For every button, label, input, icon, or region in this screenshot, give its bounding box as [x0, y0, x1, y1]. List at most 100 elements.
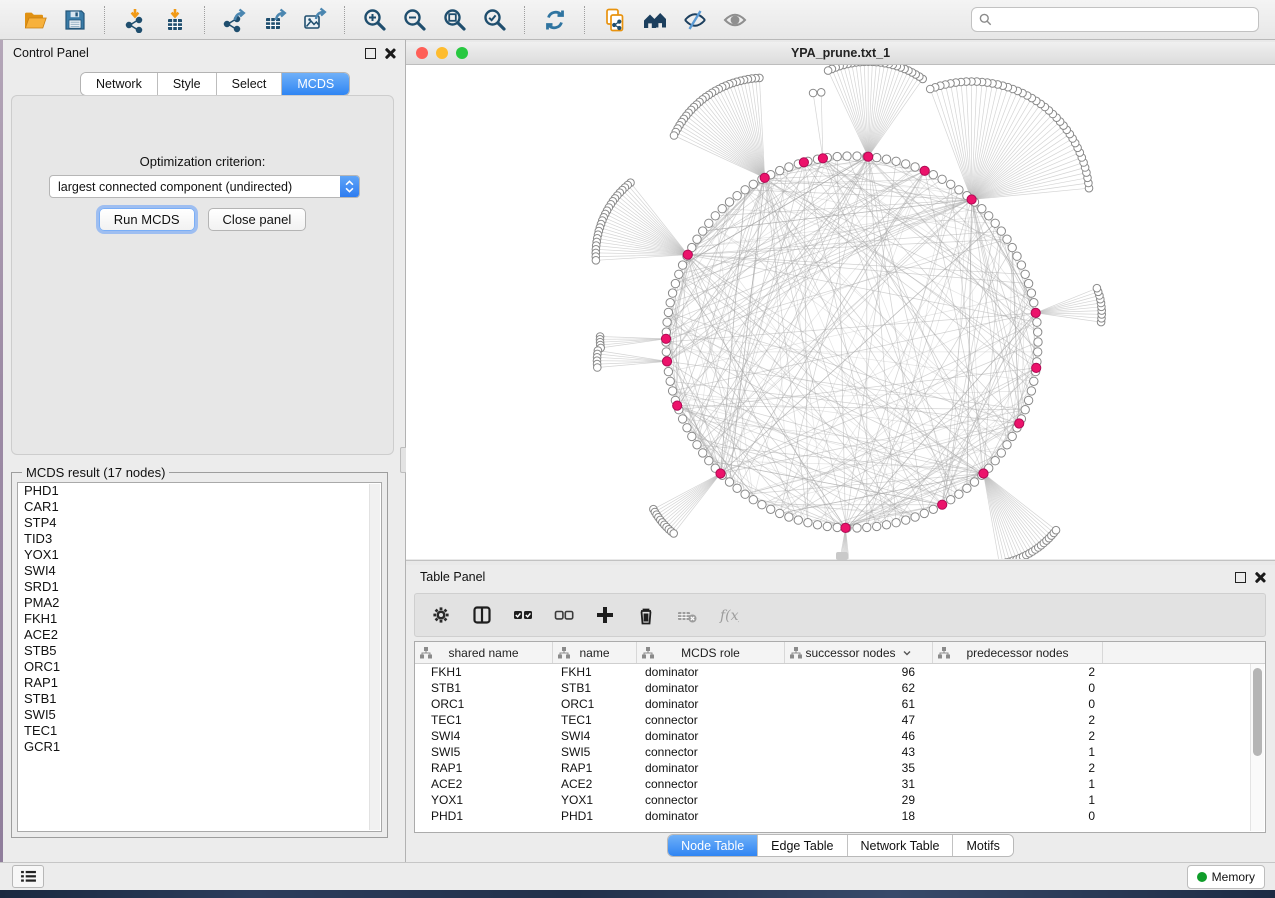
- ring-node: [1034, 338, 1042, 346]
- clone-network-icon[interactable]: [598, 4, 632, 36]
- tab-motifs[interactable]: Motifs: [953, 835, 1012, 856]
- list-item[interactable]: STB1: [18, 691, 381, 707]
- network-canvas[interactable]: [406, 65, 1275, 559]
- float-panel-icon[interactable]: [365, 48, 376, 59]
- split-view-icon[interactable]: [470, 603, 494, 627]
- table-row[interactable]: TEC1TEC1connector472: [415, 712, 1265, 728]
- mcds-result-scrollbar[interactable]: [369, 484, 380, 830]
- cell-predecessor_nodes: 0: [933, 809, 1103, 823]
- add-column-icon[interactable]: [593, 603, 617, 627]
- column-header-predecessor_nodes[interactable]: predecessor nodes: [933, 642, 1103, 663]
- close-panel-icon[interactable]: [384, 48, 395, 59]
- tab-edge-table[interactable]: Edge Table: [758, 835, 847, 856]
- tab-select[interactable]: Select: [217, 73, 283, 95]
- zoom-in-icon[interactable]: [358, 4, 392, 36]
- list-item[interactable]: ORC1: [18, 659, 381, 675]
- import-table-icon[interactable]: [158, 4, 192, 36]
- list-item[interactable]: TEC1: [18, 723, 381, 739]
- table-row[interactable]: SWI5SWI5connector431: [415, 744, 1265, 760]
- export-image-icon[interactable]: [298, 4, 332, 36]
- table-row[interactable]: STB1STB1dominator620: [415, 680, 1265, 696]
- list-item[interactable]: YOX1: [18, 547, 381, 563]
- list-item[interactable]: PHD1: [18, 483, 381, 499]
- list-item[interactable]: STP4: [18, 515, 381, 531]
- ring-node: [863, 523, 871, 531]
- table-row[interactable]: RAP1RAP1dominator352: [415, 760, 1265, 776]
- cell-predecessor_nodes: 1: [933, 745, 1103, 759]
- show-graphics-details-icon[interactable]: [718, 4, 752, 36]
- open-session-icon[interactable]: [18, 4, 52, 36]
- ring-node: [892, 157, 900, 165]
- ring-node: [688, 432, 696, 440]
- houses-icon[interactable]: [638, 4, 672, 36]
- export-network-icon[interactable]: [218, 4, 252, 36]
- network-window: YPA_prune.txt_1: [406, 42, 1275, 561]
- table-scrollbar-thumb[interactable]: [1253, 668, 1262, 756]
- list-item[interactable]: GCR1: [18, 739, 381, 755]
- column-header-successor_nodes[interactable]: successor nodes: [785, 642, 933, 663]
- satellite-node: [926, 85, 934, 93]
- zoom-out-icon[interactable]: [398, 4, 432, 36]
- node-table-body: FKH1FKH1dominator962STB1STB1dominator620…: [415, 664, 1265, 824]
- satellite-node: [670, 530, 678, 538]
- criterion-dropdown[interactable]: largest connected component (undirected): [49, 175, 360, 198]
- close-table-panel-icon[interactable]: [1254, 572, 1265, 583]
- table-row[interactable]: FKH1FKH1dominator962: [415, 664, 1265, 680]
- tab-style[interactable]: Style: [158, 73, 217, 95]
- table-scrollbar[interactable]: [1250, 664, 1264, 831]
- float-table-panel-icon[interactable]: [1235, 572, 1246, 583]
- toolbar-separator: [524, 6, 526, 34]
- network-hscroll-thumb[interactable]: [836, 552, 848, 560]
- import-network-icon[interactable]: [118, 4, 152, 36]
- mcds-result-items: PHD1CAR1STP4TID3YOX1SWI4SRD1PMA2FKH1ACE2…: [18, 483, 381, 755]
- ring-node: [749, 496, 757, 504]
- list-item[interactable]: RAP1: [18, 675, 381, 691]
- column-header-name[interactable]: name: [553, 642, 637, 663]
- zoom-selected-icon[interactable]: [478, 4, 512, 36]
- mcds-result-list[interactable]: PHD1CAR1STP4TID3YOX1SWI4SRD1PMA2FKH1ACE2…: [17, 482, 382, 832]
- column-header-shared_name[interactable]: shared name: [415, 642, 553, 663]
- list-item[interactable]: CAR1: [18, 499, 381, 515]
- list-item[interactable]: STB5: [18, 643, 381, 659]
- column-header-mcds_role[interactable]: MCDS role: [637, 642, 785, 663]
- close-panel-button[interactable]: Close panel: [208, 208, 307, 231]
- hide-graphics-details-icon[interactable]: [678, 4, 712, 36]
- tab-network[interactable]: Network: [81, 73, 158, 95]
- list-item[interactable]: TID3: [18, 531, 381, 547]
- delete-column-icon[interactable]: [634, 603, 658, 627]
- table-row[interactable]: YOX1YOX1connector291: [415, 792, 1265, 808]
- cell-mcds_role: dominator: [637, 665, 785, 679]
- list-item[interactable]: SRD1: [18, 579, 381, 595]
- list-item[interactable]: SWI5: [18, 707, 381, 723]
- application-window: Control Panel NetworkStyleSelectMCDS Opt…: [0, 0, 1275, 898]
- status-menu-button[interactable]: [12, 865, 44, 888]
- dominator-node: [1031, 308, 1040, 317]
- tab-node-table[interactable]: Node Table: [668, 835, 758, 856]
- deselect-all-icon[interactable]: [552, 603, 576, 627]
- cell-name: STB1: [553, 681, 637, 695]
- table-row[interactable]: ORC1ORC1dominator610: [415, 696, 1265, 712]
- memory-button[interactable]: Memory: [1187, 865, 1265, 889]
- list-item[interactable]: FKH1: [18, 611, 381, 627]
- export-table-icon[interactable]: [258, 4, 292, 36]
- tab-network-table[interactable]: Network Table: [848, 835, 954, 856]
- settings-icon[interactable]: [429, 603, 453, 627]
- table-row[interactable]: SWI4SWI4dominator462: [415, 728, 1265, 744]
- toolbar-separator: [204, 6, 206, 34]
- refresh-network-icon[interactable]: [538, 4, 572, 36]
- tab-mcds[interactable]: MCDS: [282, 73, 349, 95]
- network-canvas-svg: [406, 65, 1275, 559]
- table-row[interactable]: PHD1PHD1dominator180: [415, 808, 1265, 824]
- table-row[interactable]: ACE2ACE2connector311: [415, 776, 1265, 792]
- list-item[interactable]: PMA2: [18, 595, 381, 611]
- list-item[interactable]: ACE2: [18, 627, 381, 643]
- select-all-icon[interactable]: [511, 603, 535, 627]
- cell-mcds_role: dominator: [637, 761, 785, 775]
- search-input[interactable]: [996, 9, 1258, 30]
- zoom-fit-icon[interactable]: [438, 4, 472, 36]
- run-mcds-button[interactable]: Run MCDS: [99, 208, 195, 231]
- ring-node: [997, 227, 1005, 235]
- list-item[interactable]: SWI4: [18, 563, 381, 579]
- ring-node: [929, 171, 937, 179]
- save-session-icon[interactable]: [58, 4, 92, 36]
